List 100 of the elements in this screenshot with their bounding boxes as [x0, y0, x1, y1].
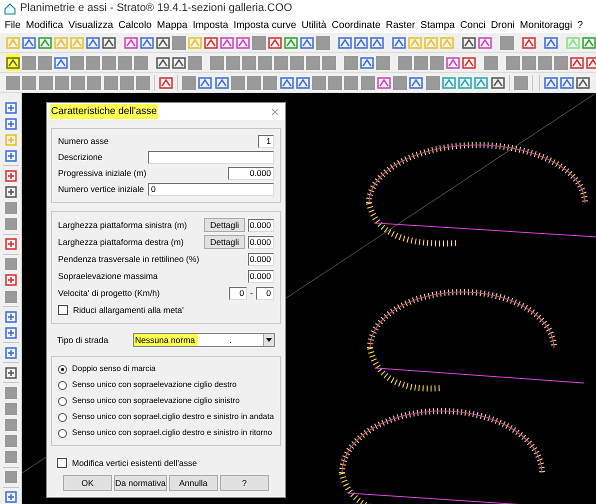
menu-item[interactable]: Mappa	[154, 18, 190, 32]
toolbar-button[interactable]	[6, 74, 20, 91]
toolbar-button[interactable]	[398, 54, 412, 71]
toolbar-button[interactable]	[290, 54, 304, 71]
toolbar-button[interactable]	[522, 54, 536, 71]
toolbar-button[interactable]	[242, 54, 256, 71]
toolbar-button[interactable]	[2, 258, 18, 271]
toolbar-button[interactable]	[230, 74, 245, 91]
radio-button[interactable]	[58, 364, 67, 374]
tool-icon[interactable]	[2, 117, 18, 130]
menu-item[interactable]: Imposta	[190, 18, 231, 32]
toolbar-button[interactable]	[312, 74, 326, 91]
toolbar-button[interactable]	[328, 74, 342, 91]
toolbar-button[interactable]	[344, 54, 358, 71]
radio-button[interactable]	[58, 396, 67, 406]
tool-icon[interactable]	[2, 326, 18, 340]
toolbar-button[interactable]	[103, 74, 118, 91]
toolbar-button[interactable]	[426, 74, 440, 91]
toolbar-button[interactable]	[306, 54, 320, 71]
menu-item[interactable]: Monitoraggi	[517, 18, 575, 32]
toolbar-button[interactable]	[226, 54, 240, 71]
toolbar-button[interactable]	[2, 434, 18, 448]
toolbar-button[interactable]	[252, 34, 266, 51]
tool-icon[interactable]	[2, 101, 18, 114]
toolbar-button[interactable]	[263, 74, 278, 91]
details-button[interactable]: Dettagli	[204, 235, 245, 249]
toolbar-button[interactable]	[2, 450, 18, 464]
radio-button[interactable]	[58, 412, 67, 422]
toolbar-button[interactable]	[514, 74, 528, 91]
toolbar-button[interactable]	[134, 54, 148, 71]
tool-icon[interactable]	[2, 274, 18, 288]
toolbar-button[interactable]	[274, 54, 288, 71]
menu-item[interactable]: ?	[574, 18, 586, 32]
road-type-dropdown[interactable]: Nessuna norma .	[133, 333, 275, 347]
toolbar-button[interactable]	[538, 54, 552, 71]
toolbar-button[interactable]	[22, 54, 36, 71]
toolbar-button[interactable]	[70, 54, 84, 71]
dialog-button[interactable]: ?	[220, 475, 269, 491]
menu-item[interactable]: Calcolo	[116, 18, 154, 32]
dialog-button[interactable]: Da normativa	[114, 475, 167, 491]
toolbar-button[interactable]	[414, 54, 428, 71]
toolbar-button[interactable]	[22, 74, 36, 91]
radio-button[interactable]	[58, 428, 67, 438]
toolbar-button[interactable]	[136, 74, 150, 91]
menu-item[interactable]: File	[2, 18, 24, 32]
menu-item[interactable]: Stampa	[418, 18, 458, 32]
tool-icon[interactable]	[2, 185, 18, 199]
input-field[interactable]: 0	[229, 286, 248, 300]
tool-icon[interactable]	[2, 238, 18, 251]
input-field[interactable]: 0	[256, 286, 274, 300]
toolbar-button[interactable]	[2, 418, 18, 432]
toolbar-button[interactable]	[54, 74, 69, 91]
menu-item[interactable]: Droni	[488, 18, 518, 32]
menu-item[interactable]: Imposta curve	[230, 18, 299, 32]
tool-icon[interactable]	[2, 310, 18, 324]
toolbar-button[interactable]	[2, 386, 18, 400]
toolbar-button[interactable]	[2, 218, 18, 231]
toolbar-button[interactable]	[393, 74, 408, 91]
input-field[interactable]: 0.000	[248, 218, 274, 232]
menu-item[interactable]: Conci	[457, 18, 488, 32]
input-field[interactable]: 1	[258, 135, 274, 148]
toolbar-button[interactable]	[87, 74, 102, 91]
checkbox[interactable]	[57, 458, 67, 468]
toolbar-button[interactable]	[246, 74, 262, 91]
tool-icon[interactable]	[6, 54, 20, 71]
input-field[interactable]: 0	[148, 183, 274, 196]
menu-item[interactable]: Utilità	[298, 18, 330, 32]
menu-item[interactable]: Visualizza	[66, 18, 116, 32]
menu-item[interactable]: Raster	[383, 18, 418, 32]
toolbar-button[interactable]	[316, 34, 330, 51]
toolbar-button[interactable]	[120, 74, 134, 91]
tool-icon[interactable]	[2, 169, 18, 182]
input-field[interactable]: 0.000	[228, 167, 274, 180]
menu-item[interactable]: Coordinate	[329, 18, 384, 32]
input-field[interactable]: 0.000	[248, 236, 274, 248]
toolbar-button[interactable]	[376, 54, 390, 71]
tool-icon[interactable]	[2, 490, 18, 504]
dialog-button[interactable]: OK	[63, 475, 112, 491]
toolbar-button[interactable]	[430, 54, 444, 71]
toolbar-button[interactable]	[344, 74, 359, 91]
toolbar-button[interactable]	[210, 54, 224, 71]
toolbar-button[interactable]	[2, 470, 18, 484]
tool-icon[interactable]	[2, 149, 18, 162]
details-button[interactable]: Dettagli	[204, 218, 245, 232]
toolbar-button[interactable]	[322, 54, 336, 71]
input-field[interactable]	[148, 151, 274, 164]
dialog-button[interactable]: Annulla	[168, 475, 218, 491]
toolbar-button[interactable]	[70, 74, 86, 91]
input-field[interactable]: 0.000	[248, 270, 274, 282]
input-field[interactable]: 0.000	[248, 252, 274, 266]
tool-icon[interactable]	[2, 366, 18, 380]
toolbar-button[interactable]	[360, 74, 375, 91]
menu-item[interactable]: Modifica	[23, 18, 66, 32]
toolbar-button[interactable]	[2, 402, 18, 416]
tool-icon[interactable]	[2, 346, 18, 360]
toolbar-button[interactable]	[500, 34, 514, 51]
checkbox[interactable]	[58, 305, 68, 315]
radio-button[interactable]	[58, 380, 67, 390]
toolbar-button[interactable]	[38, 54, 52, 71]
toolbar-button[interactable]	[38, 74, 53, 91]
